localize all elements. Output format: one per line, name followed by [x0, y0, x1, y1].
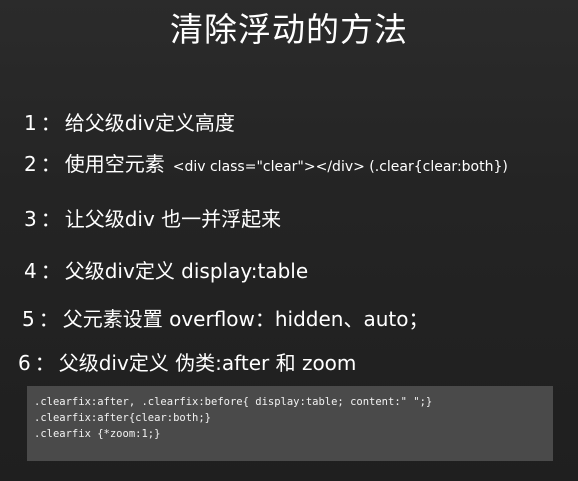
- code-block: .clearfix:after, .clearfix:before{ displ…: [27, 386, 553, 461]
- item-text: 让父级div 也一并浮起来: [64, 207, 282, 231]
- slide-title: 清除浮动的方法: [170, 10, 408, 49]
- item-text: 父元素设置 overflow：hidden、auto；: [62, 307, 429, 331]
- item-separator: ：: [40, 111, 61, 135]
- code-line: .clearfix {*zoom:1;}: [34, 428, 161, 440]
- item-text: 父级div定义 display:table: [64, 259, 309, 283]
- item-number: 2: [24, 152, 37, 176]
- item-number: 3: [24, 207, 37, 231]
- item-number: 1: [24, 111, 37, 135]
- item-separator: ：: [40, 152, 61, 176]
- item-number: 5: [22, 307, 35, 331]
- list-item-1: 1：给父级div定义高度: [24, 110, 235, 136]
- list-item-6: 6：父级div定义 伪类:after 和 zoom: [18, 350, 356, 376]
- slide: 清除浮动的方法 1：给父级div定义高度 2：使用空元素 <div class="…: [0, 0, 578, 481]
- item-text: 给父级div定义高度: [64, 111, 235, 135]
- list-item-3: 3：让父级div 也一并浮起来: [24, 206, 281, 232]
- item-number: 6: [18, 351, 31, 375]
- item-text: 使用空元素: [64, 152, 165, 176]
- item-text: 父级div定义 伪类:after 和 zoom: [58, 351, 357, 375]
- item-separator: ：: [40, 207, 61, 231]
- list-item-4: 4：父级div定义 display:table: [24, 258, 308, 284]
- item-separator: ：: [38, 307, 59, 331]
- code-line: .clearfix:after, .clearfix:before{ displ…: [34, 396, 433, 408]
- list-item-2: 2：使用空元素 <div class="clear"></div> (.clear…: [24, 151, 508, 180]
- list-item-5: 5：父元素设置 overflow：hidden、auto；: [22, 306, 429, 332]
- item-number: 4: [24, 259, 37, 283]
- item-inline-code: <div class="clear"></div> (.clear{clear:…: [172, 159, 508, 175]
- item-separator: ：: [34, 351, 55, 375]
- code-line: .clearfix:after{clear:both;}: [34, 412, 212, 424]
- item-separator: ：: [40, 259, 61, 283]
